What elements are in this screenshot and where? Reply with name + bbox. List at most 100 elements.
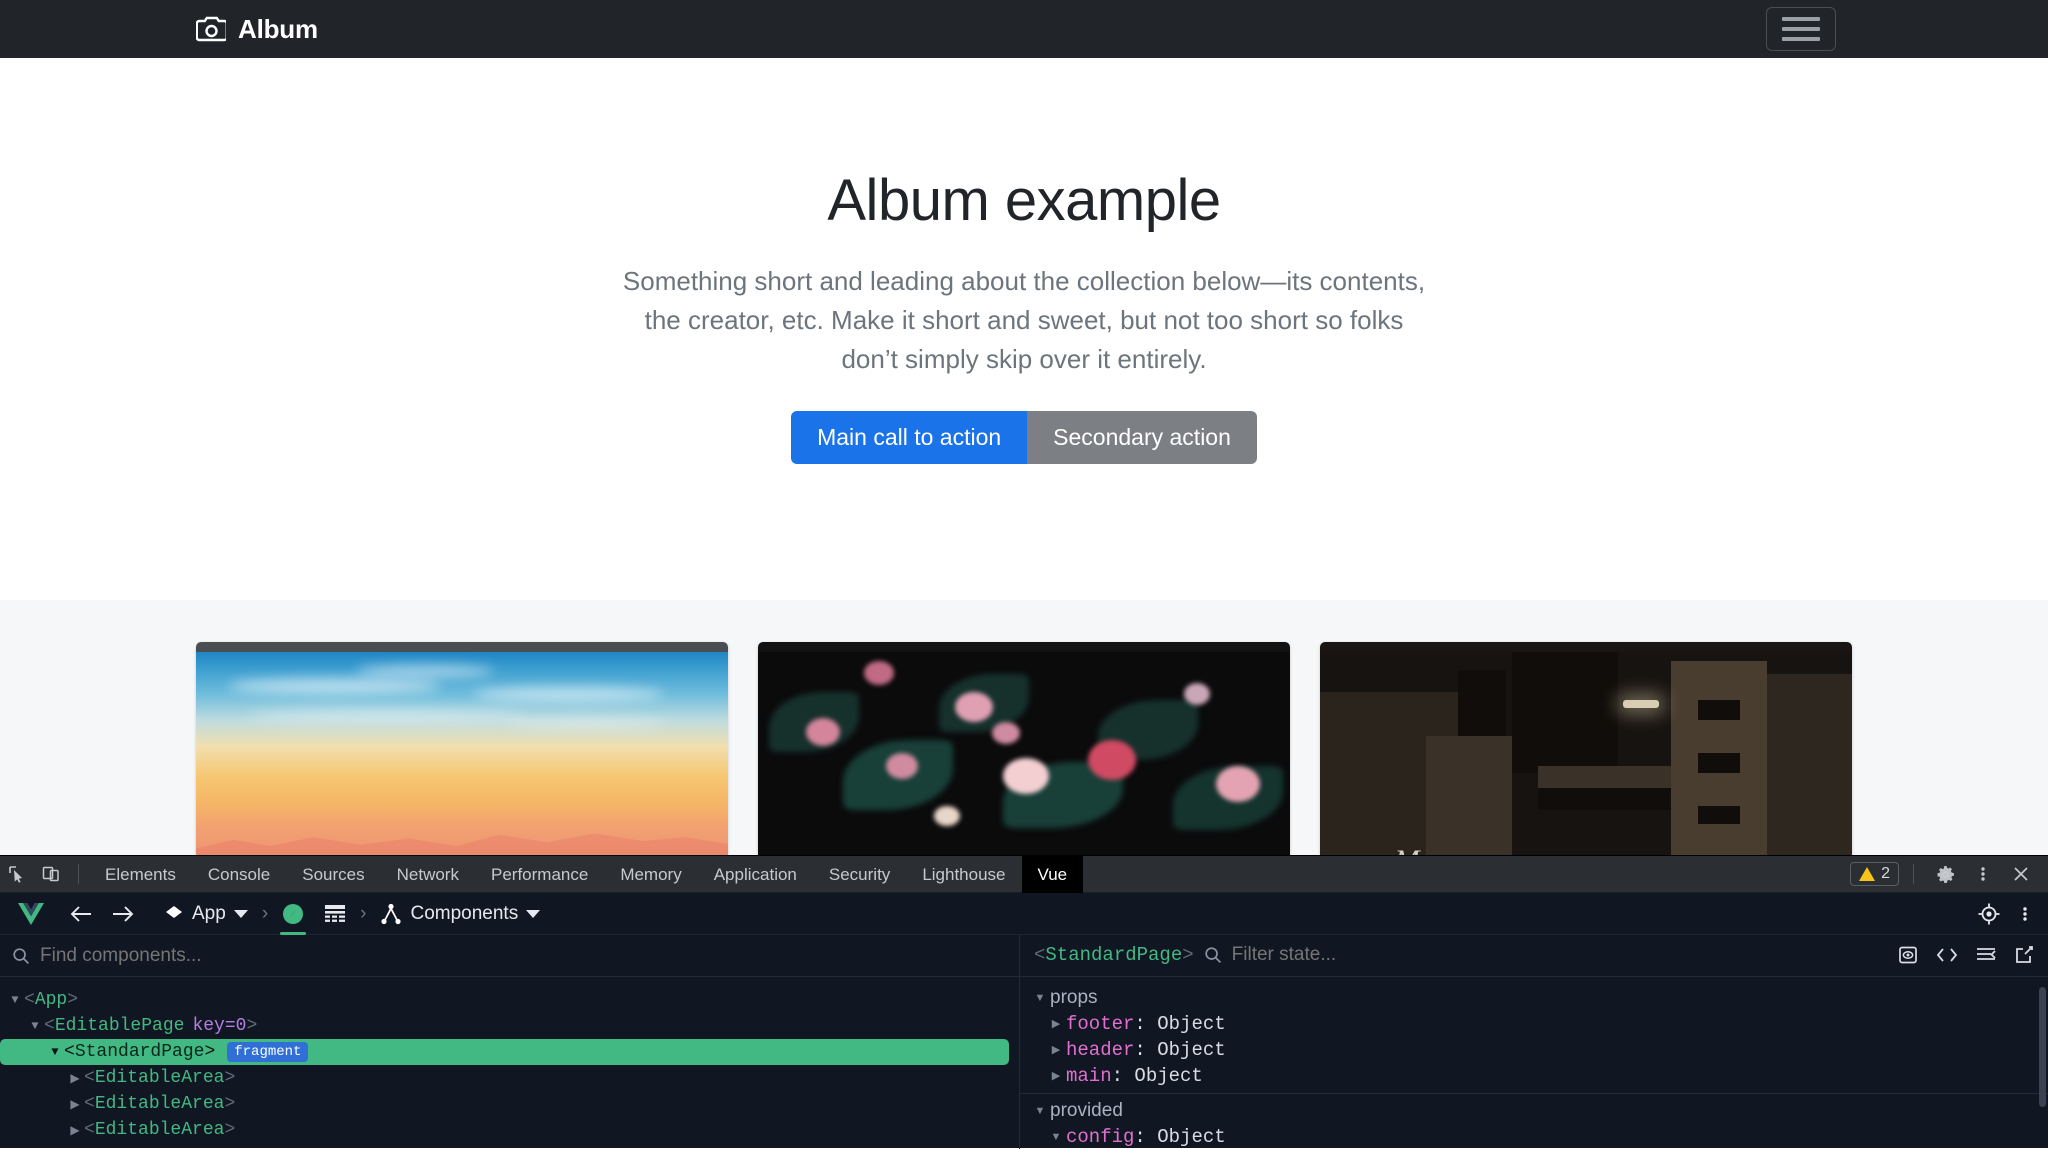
- breadcrumb-separator: ›: [360, 902, 367, 924]
- inspect-element-icon[interactable]: [0, 856, 34, 893]
- tree-node-editablearea[interactable]: ▶ < EditableArea >: [0, 1117, 1019, 1143]
- components-selector[interactable]: Components: [370, 893, 550, 935]
- tag-close-bracket: >: [224, 1094, 236, 1114]
- state-row-main[interactable]: ▶ main: Object: [1020, 1063, 2048, 1089]
- state-key: main: [1066, 1064, 1112, 1087]
- settings-gear-icon[interactable]: [1928, 856, 1962, 893]
- main-call-to-action-button[interactable]: Main call to action: [791, 410, 1028, 464]
- filter-state-input[interactable]: [1231, 944, 1532, 967]
- state-row-config[interactable]: ▼ config: Object: [1020, 1124, 2048, 1149]
- tab-performance[interactable]: Performance: [475, 856, 604, 893]
- warnings-badge[interactable]: 2: [1850, 862, 1899, 886]
- hamburger-bar: [1782, 27, 1820, 31]
- tag-close-bracket: >: [204, 1042, 216, 1062]
- tree-node-app[interactable]: ▼ < App >: [0, 987, 1019, 1013]
- expand-arrow-closed-icon[interactable]: ▶: [1046, 1043, 1066, 1056]
- hamburger-icon[interactable]: [1766, 7, 1836, 51]
- vue-logo-icon: [8, 893, 60, 935]
- state-row-header[interactable]: ▶ header: Object: [1020, 1037, 2048, 1063]
- expand-arrow-closed-icon[interactable]: ▶: [1046, 1017, 1066, 1030]
- open-in-editor-code-icon[interactable]: [1936, 946, 1958, 964]
- card-media-topbar: [758, 642, 1290, 652]
- tree-node-editablepage[interactable]: ▼ < EditablePage key=0 >: [0, 1013, 1019, 1039]
- tab-lighthouse[interactable]: Lighthouse: [906, 856, 1021, 893]
- expand-arrow-open-icon[interactable]: ▼: [6, 993, 24, 1007]
- tag-open-bracket: <: [64, 1042, 75, 1062]
- expand-arrow-closed-icon[interactable]: ▶: [66, 1123, 84, 1138]
- devtools-tab-bar-right: 2: [1850, 856, 2048, 893]
- tab-vue[interactable]: Vue: [1021, 855, 1084, 893]
- tree-node-editablearea[interactable]: ▶ < EditableArea >: [0, 1091, 1019, 1117]
- album-card[interactable]: [758, 642, 1290, 855]
- state-scrollbar[interactable]: [2039, 987, 2046, 1107]
- selected-component-name: <StandardPage>: [1034, 944, 1194, 967]
- components-label: Components: [410, 902, 519, 924]
- expand-arrow-open-icon[interactable]: ▼: [1030, 992, 1050, 1004]
- state-value: Object: [1134, 1064, 1203, 1087]
- back-arrow-icon[interactable]: [60, 893, 102, 935]
- chevron-down-icon: [233, 909, 248, 918]
- open-external-icon[interactable]: [2014, 945, 2034, 965]
- site-brand-label: Album: [238, 13, 318, 44]
- fragment-badge: fragment: [227, 1042, 309, 1062]
- collapse-all-icon[interactable]: [1976, 946, 1996, 964]
- tab-console[interactable]: Console: [192, 856, 286, 893]
- tab-network[interactable]: Network: [381, 856, 475, 893]
- tab-memory[interactable]: Memory: [604, 856, 697, 893]
- page-title: Album example: [827, 168, 1221, 233]
- close-icon[interactable]: [2004, 856, 2038, 893]
- card-image-sunset: [196, 652, 728, 855]
- tab-security[interactable]: Security: [813, 856, 906, 893]
- tree-node-editablearea[interactable]: ▶ < EditableArea >: [0, 1065, 1019, 1091]
- tree-node-label: EditableArea: [94, 1120, 225, 1140]
- card-media: [196, 642, 728, 855]
- tree-node-label: EditableArea: [94, 1068, 225, 1088]
- album-card[interactable]: M ee: [1320, 642, 1852, 855]
- target-icon[interactable]: [1972, 893, 2006, 935]
- expand-arrow-open-icon[interactable]: ▼: [26, 1019, 44, 1033]
- search-input[interactable]: [40, 944, 1007, 967]
- state-list: ▼ props ▶ footer: Object ▶ header: Objec…: [1020, 977, 2048, 1149]
- state-row-footer[interactable]: ▶ footer: Object: [1020, 1011, 2048, 1037]
- grid-icon[interactable]: [314, 893, 356, 935]
- more-vertical-icon[interactable]: [2016, 893, 2034, 935]
- tab-application[interactable]: Application: [698, 856, 813, 893]
- expand-arrow-closed-icon[interactable]: ▶: [66, 1071, 84, 1086]
- expand-arrow-open-icon[interactable]: ▼: [1030, 1105, 1050, 1117]
- site-brand[interactable]: Album: [196, 14, 318, 45]
- state-group-props[interactable]: ▼ props: [1020, 985, 2048, 1011]
- more-vertical-icon[interactable]: [1966, 856, 2000, 893]
- state-value: Object: [1157, 1125, 1226, 1148]
- chevron-down-icon: [526, 909, 541, 918]
- forward-arrow-icon[interactable]: [102, 893, 144, 935]
- device-toolbar-icon[interactable]: [34, 856, 68, 893]
- search-icon: [1204, 946, 1222, 964]
- secondary-action-button[interactable]: Secondary action: [1027, 410, 1257, 464]
- tree-node-label: StandardPage: [74, 1042, 205, 1062]
- web-page-viewport: Album Album example Something short and …: [0, 0, 2048, 855]
- tree-node-standardpage[interactable]: ▼ < StandardPage > fragment: [0, 1039, 1009, 1065]
- component-search-bar[interactable]: [0, 935, 1019, 977]
- app-selector[interactable]: App: [154, 893, 258, 935]
- devtools-tab-bar: Elements Console Sources Network Perform…: [0, 855, 2048, 893]
- inspect-dom-icon[interactable]: [1898, 945, 1918, 965]
- tree-node-label: EditableArea: [94, 1094, 225, 1114]
- expand-arrow-open-icon[interactable]: ▼: [1046, 1131, 1066, 1143]
- tag-open-bracket: <: [24, 990, 35, 1010]
- component-tree: ▼ < App > ▼ < EditablePage key=0 > ▼ < Standar…: [0, 977, 1019, 1143]
- state-group-provided[interactable]: ▼ provided: [1020, 1098, 2048, 1124]
- album-card[interactable]: [196, 642, 728, 855]
- vue-instance-icon[interactable]: [272, 893, 314, 935]
- hamburger-bar: [1782, 17, 1820, 21]
- tab-elements[interactable]: Elements: [89, 856, 192, 893]
- hero-section: Album example Something short and leadin…: [0, 58, 2048, 600]
- app-label: App: [192, 902, 226, 924]
- state-header: <StandardPage>: [1020, 935, 2048, 977]
- tag-close-bracket: >: [67, 990, 79, 1010]
- tab-sources[interactable]: Sources: [286, 856, 380, 893]
- expand-arrow-open-icon[interactable]: ▼: [46, 1045, 64, 1059]
- state-key: header: [1066, 1038, 1135, 1061]
- expand-arrow-closed-icon[interactable]: ▶: [66, 1097, 84, 1112]
- expand-arrow-closed-icon[interactable]: ▶: [1046, 1069, 1066, 1082]
- hero-actions: Main call to action Secondary action: [0, 410, 2048, 464]
